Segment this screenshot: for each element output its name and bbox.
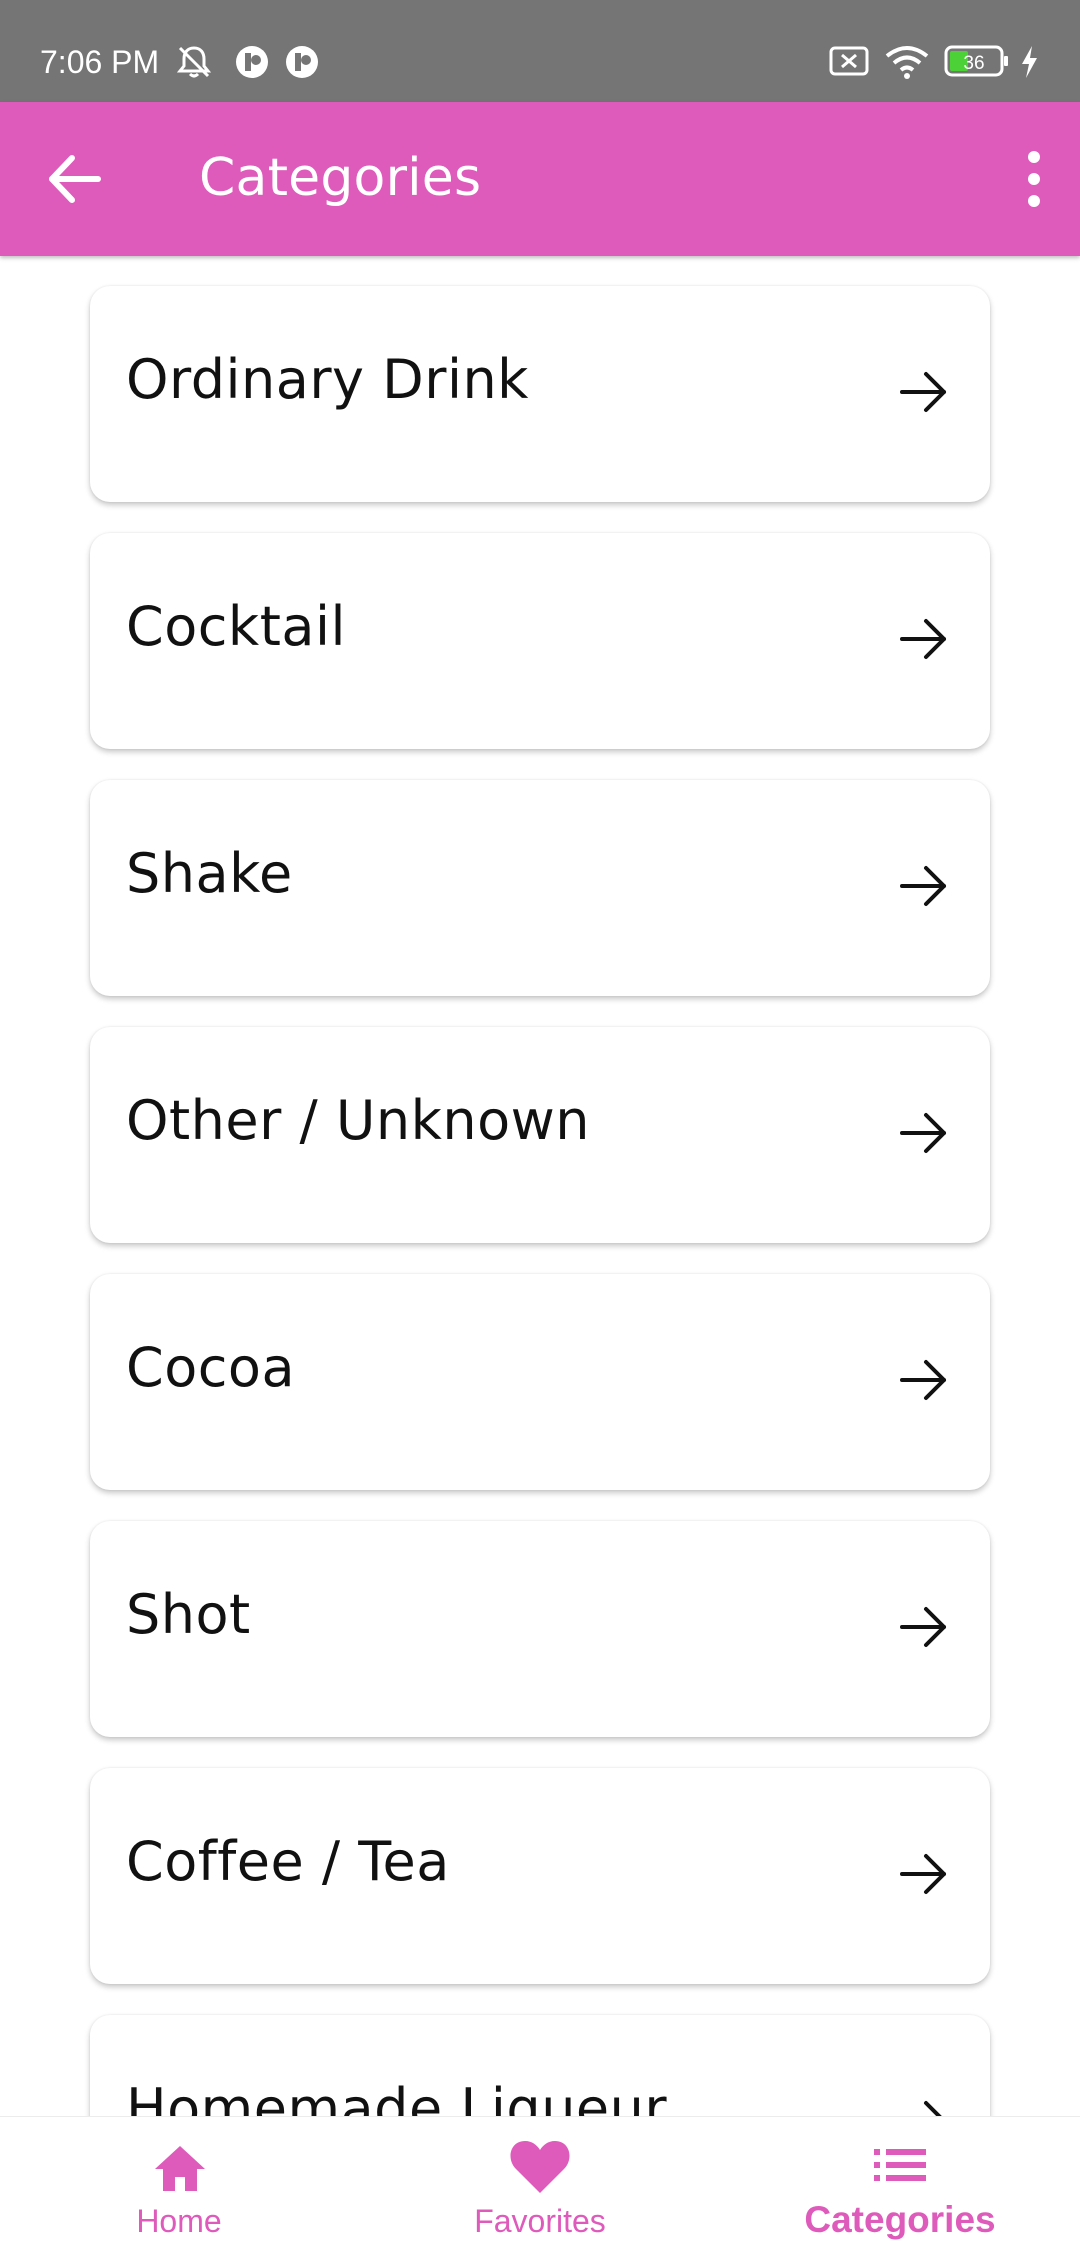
category-card[interactable]: Other / Unknown: [90, 1027, 990, 1243]
more-vert-icon: [1028, 151, 1040, 207]
page-title: Categories: [199, 148, 482, 208]
category-card[interactable]: Ordinary Drink: [90, 286, 990, 502]
category-list[interactable]: Ordinary Drink Cocktail Shake Other / Unkno…: [0, 256, 1080, 2116]
category-label: Cocktail: [126, 595, 346, 658]
wifi-icon: [884, 44, 930, 85]
screen-record-icon: [828, 44, 870, 83]
nav-item-home[interactable]: Home: [0, 2117, 360, 2257]
status-bar: 7:06 PM 36: [0, 0, 1080, 102]
category-label: Other / Unknown: [126, 1089, 591, 1152]
battery-level: 36: [963, 53, 984, 74]
charging-icon: [1018, 44, 1040, 85]
category-card[interactable]: Shot: [90, 1521, 990, 1737]
bottom-navigation: Home Favorites Categories: [0, 2116, 1080, 2257]
arrow-right-icon: [898, 860, 950, 912]
nav-label-home: Home: [136, 2203, 222, 2239]
home-icon: [152, 2143, 208, 2198]
arrow-right-icon: [898, 613, 950, 665]
nav-label-favorites: Favorites: [474, 2203, 606, 2239]
heart-icon: [508, 2137, 572, 2200]
category-label: Shot: [126, 1583, 251, 1646]
list-icon: [872, 2147, 928, 2188]
nav-label-categories: Categories: [804, 2199, 996, 2240]
arrow-right-icon: [898, 1848, 950, 1900]
category-card[interactable]: Cocoa: [90, 1274, 990, 1490]
nav-item-categories[interactable]: Categories: [720, 2117, 1080, 2257]
nav-item-favorites[interactable]: Favorites: [360, 2117, 720, 2257]
category-label: Cocoa: [126, 1336, 296, 1399]
back-button[interactable]: [40, 144, 110, 214]
arrow-right-icon: [898, 1601, 950, 1653]
more-options-button[interactable]: [1014, 147, 1054, 211]
battery-icon: 36: [944, 44, 1010, 83]
category-label: Shake: [126, 842, 293, 905]
arrow-right-icon: [898, 2095, 950, 2116]
app-bar: Categories: [0, 102, 1080, 256]
status-time: 7:06 PM: [40, 44, 160, 80]
app-notification-icon: [284, 44, 320, 85]
category-label: Ordinary Drink: [126, 348, 529, 411]
arrow-right-icon: [898, 1107, 950, 1159]
arrow-left-icon: [49, 155, 101, 203]
muted-bell-icon: [174, 44, 214, 85]
category-label: Coffee / Tea: [126, 1830, 450, 1893]
category-card[interactable]: Shake: [90, 780, 990, 996]
app-notification-icon: [234, 44, 270, 85]
arrow-right-icon: [898, 1354, 950, 1406]
category-card[interactable]: Coffee / Tea: [90, 1768, 990, 1984]
category-label: Homemade Liqueur: [126, 2077, 668, 2116]
category-card[interactable]: Homemade Liqueur: [90, 2015, 990, 2116]
category-card[interactable]: Cocktail: [90, 533, 990, 749]
arrow-right-icon: [898, 366, 950, 418]
screen: 7:06 PM 36 Categories Ordinary Drink Coc…: [0, 0, 1080, 2257]
